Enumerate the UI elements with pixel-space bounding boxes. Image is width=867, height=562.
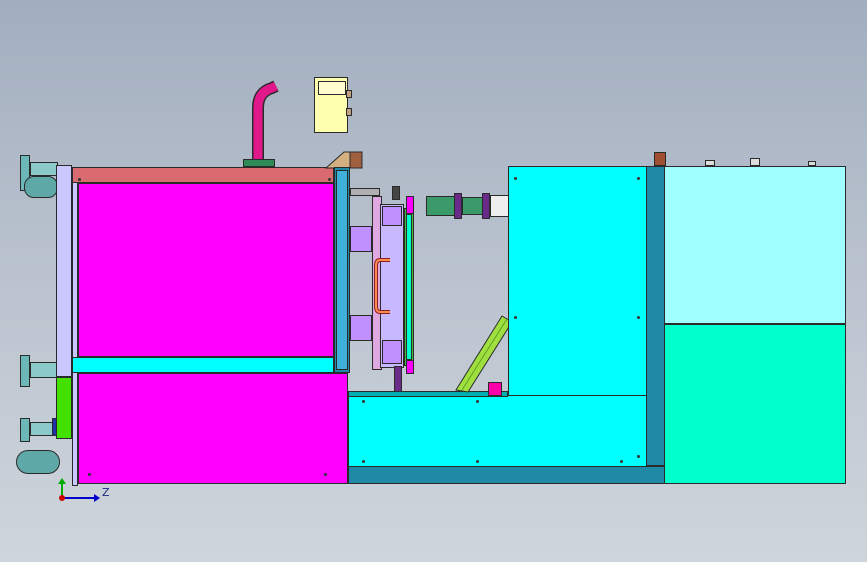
door-lever-bottom[interactable] (394, 366, 402, 392)
cabinet-side-strip[interactable] (646, 166, 666, 466)
brace-foot-block[interactable] (488, 382, 502, 396)
fastener (514, 177, 517, 180)
triad-axes-icon (58, 478, 100, 502)
tank-fitting-1[interactable] (705, 160, 715, 166)
control-box-top[interactable] (318, 81, 346, 95)
right-tank-lower[interactable] (664, 324, 846, 484)
left-frame-post[interactable] (56, 165, 72, 377)
base-platform[interactable] (348, 393, 648, 467)
left-pipe-low[interactable] (30, 422, 54, 436)
fastener (637, 455, 640, 458)
fastener (637, 316, 640, 319)
door-pin-bottom[interactable] (406, 360, 414, 374)
door-slider-top[interactable] (382, 206, 402, 226)
magenta-chamber-lower[interactable] (78, 373, 348, 484)
base-steel-strip[interactable] (348, 466, 666, 484)
left-pipe-top[interactable] (30, 162, 58, 176)
magenta-chamber-upper[interactable] (78, 183, 334, 357)
left-flange-low[interactable] (20, 418, 30, 442)
left-flange-mid[interactable] (20, 355, 30, 387)
door-handle-icon[interactable] (372, 256, 400, 316)
exhaust-pipe-base[interactable] (243, 159, 275, 167)
left-blower-top[interactable] (24, 176, 58, 198)
cyan-cabinet[interactable] (508, 166, 648, 396)
door-pin-top[interactable] (406, 196, 414, 214)
tank-fitting-2[interactable] (750, 158, 760, 166)
cad-viewport[interactable] (0, 0, 867, 562)
fastener (637, 177, 640, 180)
door-hinge-block-1[interactable] (350, 226, 372, 252)
coordinate-triad: Z (50, 478, 110, 508)
right-tank-upper[interactable] (664, 166, 846, 324)
left-green-post[interactable] (56, 377, 72, 439)
control-box-knob-2[interactable] (346, 108, 352, 116)
tank-fitting-3[interactable] (808, 161, 816, 166)
fastener (362, 400, 365, 403)
door-hinge-block-2[interactable] (350, 315, 372, 341)
left-pipe-mid[interactable] (30, 362, 58, 378)
actuator-body[interactable] (462, 197, 484, 215)
fastener (88, 473, 91, 476)
control-box-knob-1[interactable] (346, 90, 352, 98)
fastener (476, 400, 479, 403)
top-frame-rail[interactable] (72, 167, 334, 183)
door-slider-bottom[interactable] (382, 340, 402, 364)
fastener (362, 460, 365, 463)
triad-z-label: Z (102, 486, 110, 499)
left-blower-bottom[interactable] (16, 450, 60, 474)
diagonal-brace[interactable] (452, 312, 514, 394)
fastener (328, 178, 331, 181)
door-bracket-top[interactable] (350, 188, 380, 196)
actuator-collar-1[interactable] (454, 193, 462, 219)
fastener (514, 316, 517, 319)
cyan-divider-bar[interactable] (72, 357, 334, 373)
actuator-collar-2[interactable] (482, 193, 490, 219)
fastener (78, 178, 81, 181)
fastener (476, 460, 479, 463)
door-top-stub[interactable] (392, 186, 400, 200)
cabinet-top-cap[interactable] (654, 152, 666, 166)
exhaust-pipe[interactable] (240, 78, 290, 168)
fastener (324, 473, 327, 476)
fastener (620, 460, 623, 463)
door-seal-inner[interactable] (406, 214, 412, 360)
door-panel-inner[interactable] (336, 170, 348, 370)
